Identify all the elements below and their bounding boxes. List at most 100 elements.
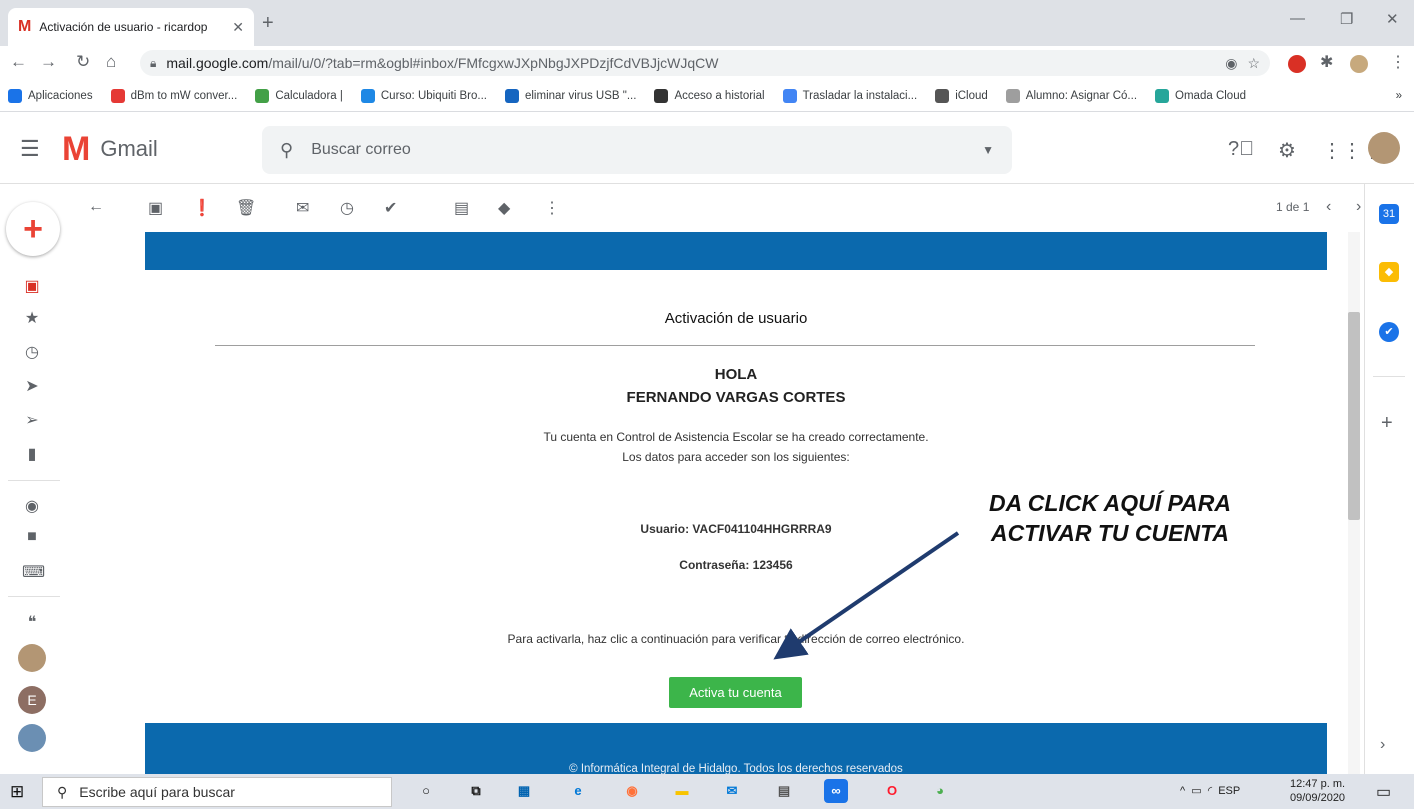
bookmark-favicon-icon: [654, 88, 669, 103]
search-options-icon[interactable]: ▼: [982, 143, 994, 157]
search-input[interactable]: Buscar correo: [311, 141, 964, 159]
sent-icon[interactable]: ➢: [22, 410, 42, 430]
label-icon[interactable]: ◆: [498, 198, 510, 218]
document-icon[interactable]: ▤: [772, 779, 796, 803]
starred-icon[interactable]: ★: [22, 308, 42, 328]
restore-icon[interactable]: ❐: [1340, 10, 1353, 28]
system-tray[interactable]: ^ ▭ ◜ ESP: [1180, 784, 1240, 797]
bookmark-label: eliminar virus USB "...: [524, 89, 637, 102]
bookmark-favicon-icon: [1155, 88, 1170, 103]
profile-avatar[interactable]: [1350, 55, 1368, 73]
keep-icon[interactable]: ◆: [1379, 262, 1399, 282]
store-icon[interactable]: ▦: [512, 779, 536, 803]
report-spam-icon[interactable]: ❗: [192, 198, 212, 218]
contact-avatar-e[interactable]: E: [18, 686, 46, 714]
extension-icon[interactable]: [1288, 55, 1306, 73]
address-bar[interactable]: 🔒︎ mail.google.com/mail/u/0/?tab=rm&ogbl…: [140, 50, 1270, 76]
tray-chevron-icon[interactable]: ^: [1180, 785, 1185, 797]
bookmark-label: Aplicaciones: [28, 89, 93, 102]
bookmark-favicon-icon: [255, 88, 270, 103]
battery-icon[interactable]: ▭: [1191, 785, 1201, 797]
move-to-icon[interactable]: ▤: [454, 198, 469, 218]
expand-panel-icon[interactable]: ›: [1380, 736, 1385, 754]
delete-icon[interactable]: 🗑︎: [236, 198, 256, 218]
close-tab-icon[interactable]: ✕: [232, 19, 244, 36]
forward-icon[interactable]: →: [40, 52, 57, 72]
video-icon[interactable]: ■: [22, 528, 42, 546]
minimize-icon[interactable]: —: [1290, 10, 1305, 27]
app-icon[interactable]: ∞: [824, 779, 848, 803]
archive-icon[interactable]: ▣: [148, 198, 163, 218]
bookmark-item[interactable]: Alumno: Asignar Có...: [1005, 88, 1137, 103]
mail-icon[interactable]: ✉: [720, 779, 744, 803]
windows-start-icon[interactable]: ⊞: [10, 782, 24, 802]
reload-icon[interactable]: ↻: [76, 52, 90, 72]
snoozed-icon[interactable]: ◷: [22, 342, 42, 362]
language-indicator[interactable]: ESP: [1218, 785, 1240, 797]
snooze-icon[interactable]: ◷: [340, 198, 354, 218]
bookmark-item[interactable]: Curso: Ubiquiti Bro...: [360, 88, 487, 103]
main-menu-icon[interactable]: ☰: [20, 136, 40, 162]
mark-unread-icon[interactable]: ✉: [296, 198, 309, 218]
wifi-icon[interactable]: ◜: [1208, 785, 1212, 797]
bookmark-item[interactable]: eliminar virus USB "...: [504, 88, 637, 103]
taskbar-search[interactable]: ⚲ Escribe aquí para buscar: [42, 777, 392, 807]
star-icon[interactable]: ☆: [1247, 55, 1260, 72]
firefox-icon[interactable]: ◉: [620, 779, 644, 803]
help-icon[interactable]: ?⃝: [1228, 138, 1254, 161]
side-panel-divider: [1373, 376, 1405, 377]
bookmark-favicon-icon: [782, 88, 797, 103]
bookmark-item[interactable]: Aplicaciones: [8, 88, 93, 103]
cortana-icon[interactable]: ○: [414, 779, 438, 803]
account-avatar[interactable]: [1368, 132, 1400, 164]
back-icon[interactable]: ←: [10, 52, 27, 72]
browser-tab[interactable]: M Activación de usuario - ricardop ✕: [8, 8, 254, 46]
scrollbar-thumb[interactable]: [1348, 312, 1360, 520]
bookmark-item[interactable]: Trasladar la instalaci...: [782, 88, 917, 103]
window-close-icon[interactable]: ✕: [1386, 10, 1399, 28]
contact-avatar[interactable]: [18, 644, 46, 672]
meet-icon[interactable]: ◉: [22, 496, 42, 516]
compose-button[interactable]: +: [6, 202, 60, 256]
add-task-icon[interactable]: ✔: [384, 198, 397, 218]
eye-icon[interactable]: ◉: [1225, 55, 1237, 72]
bookmark-item[interactable]: iCloud: [935, 88, 988, 103]
inbox-icon[interactable]: ▣: [22, 276, 42, 296]
file-explorer-icon[interactable]: ▬: [670, 779, 694, 803]
puzzle-icon[interactable]: ✱: [1320, 52, 1333, 72]
home-icon[interactable]: ⌂: [106, 52, 116, 72]
bookmarks-overflow-icon[interactable]: »: [1396, 90, 1402, 102]
tasks-icon[interactable]: ✔: [1379, 322, 1399, 342]
new-tab-icon[interactable]: +: [262, 12, 274, 35]
important-icon[interactable]: ➤: [22, 376, 42, 396]
settings-gear-icon[interactable]: ⚙: [1278, 138, 1296, 163]
chat-icon[interactable]: ❝: [22, 612, 42, 632]
opera-icon[interactable]: O: [880, 779, 904, 803]
older-icon[interactable]: ›: [1356, 198, 1361, 216]
activate-account-button[interactable]: Activa tu cuenta: [669, 677, 802, 708]
search-icon[interactable]: ⚲: [280, 140, 293, 161]
gmail-m-icon: M: [62, 130, 91, 168]
contact-avatar[interactable]: [18, 724, 46, 752]
newer-icon[interactable]: ‹: [1326, 198, 1331, 216]
task-view-icon[interactable]: ⧉: [464, 779, 488, 803]
notification-icon[interactable]: ▭: [1376, 782, 1391, 802]
chrome-icon[interactable]: ◕: [928, 779, 952, 803]
bookmark-item[interactable]: Calculadora |: [255, 88, 343, 103]
bookmark-item[interactable]: Acceso a historial: [654, 88, 765, 103]
add-addon-icon[interactable]: +: [1381, 412, 1393, 435]
gmail-logo[interactable]: M Gmail: [62, 132, 158, 166]
bookmark-item[interactable]: dBm to mW conver...: [110, 88, 237, 103]
bookmark-item[interactable]: Omada Cloud: [1155, 88, 1246, 103]
edge-icon[interactable]: e: [566, 779, 590, 803]
browser-menu-icon[interactable]: ⋮: [1390, 52, 1406, 72]
search-bar[interactable]: ⚲ Buscar correo ▼: [262, 126, 1012, 174]
drafts-icon[interactable]: ▮: [22, 444, 42, 464]
taskbar-search-input[interactable]: Escribe aquí para buscar: [79, 784, 235, 800]
email-activate-text: Para activarla, haz clic a continuación …: [507, 632, 965, 646]
back-to-inbox-icon[interactable]: ←: [88, 198, 104, 216]
calendar-icon[interactable]: 31: [1379, 204, 1399, 224]
keyboard-icon[interactable]: ⌨: [22, 562, 45, 582]
taskbar-clock[interactable]: 12:47 p. m. 09/09/2020: [1290, 777, 1345, 805]
more-options-icon[interactable]: ⋮: [544, 198, 560, 218]
